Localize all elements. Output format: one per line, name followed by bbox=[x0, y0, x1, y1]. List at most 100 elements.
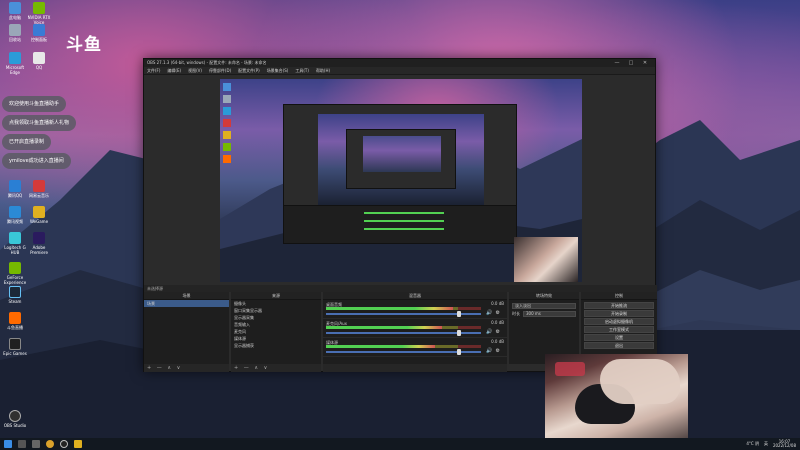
menu-help[interactable]: 帮助(H) bbox=[316, 68, 330, 74]
taskbar: 4°C 阴 英 16:07 2022/12/08 bbox=[0, 438, 800, 450]
close-button[interactable]: ✕ bbox=[638, 60, 652, 66]
nested-docks bbox=[284, 205, 516, 243]
douyu-logo: 斗鱼 bbox=[66, 35, 102, 55]
minimize-button[interactable]: — bbox=[610, 60, 624, 66]
desktop-icon[interactable]: 腾讯视频 bbox=[2, 206, 28, 225]
chrome-icon[interactable] bbox=[46, 440, 54, 448]
geforce-icon bbox=[9, 262, 21, 274]
volume-knob[interactable] bbox=[457, 330, 462, 336]
menu-file[interactable]: 文件(F) bbox=[147, 68, 160, 74]
menu-edit[interactable]: 编辑(E) bbox=[167, 68, 181, 74]
menu-tools[interactable]: 工具(T) bbox=[295, 68, 309, 74]
notification-toast[interactable]: 已开启直播录制 bbox=[2, 134, 52, 150]
start-streaming-button[interactable]: 开始推流 bbox=[584, 302, 654, 309]
premiere-icon bbox=[33, 232, 45, 244]
settings-button[interactable]: 设置 bbox=[584, 334, 654, 341]
start-recording-button[interactable]: 开始录制 bbox=[584, 310, 654, 317]
notification-toast[interactable]: 欢迎使用斗鱼直播助手 bbox=[2, 96, 67, 112]
wegame-icon bbox=[33, 206, 45, 218]
virtual-camera-button[interactable]: 启动虚拟摄像机 bbox=[584, 318, 654, 325]
desktop-icon[interactable]: QQ bbox=[26, 52, 52, 70]
meter-level bbox=[326, 307, 454, 310]
volume-slider[interactable] bbox=[326, 311, 481, 317]
studio-mode-button[interactable]: 工作室模式 bbox=[584, 326, 654, 333]
douyu-icon bbox=[9, 312, 21, 324]
source-item[interactable]: 音频输入 bbox=[231, 321, 321, 328]
desktop-icon[interactable]: Microsoft Edge bbox=[2, 52, 28, 75]
video-icon bbox=[9, 206, 21, 218]
notification-toast[interactable]: ymilove成功进入直播间 bbox=[2, 153, 71, 169]
input-language[interactable]: 英 bbox=[764, 441, 768, 447]
menu-bar: 文件(F) 编辑(E) 视图(V) 停靠部件(D) 配置文件(P) 场景集合(S… bbox=[144, 67, 655, 75]
transition-select[interactable]: 淡入淡出 bbox=[512, 303, 576, 309]
desktop-icon[interactable]: 网易云音乐 bbox=[26, 180, 52, 199]
source-item[interactable]: 摄像头 bbox=[231, 300, 321, 307]
scenes-list: 场景 bbox=[144, 300, 229, 364]
source-item[interactable]: 显示器采集 bbox=[231, 314, 321, 321]
explorer-icon[interactable] bbox=[74, 440, 82, 448]
menu-docks[interactable]: 停靠部件(D) bbox=[209, 68, 231, 74]
desktop-icon[interactable]: 斗鱼直播 bbox=[2, 312, 28, 331]
source-item[interactable]: 媒体源 bbox=[231, 335, 321, 342]
channel-db: 0.0 dB bbox=[491, 301, 504, 306]
desktop-icon[interactable]: 此电脑 bbox=[2, 2, 28, 21]
desktop-icon[interactable]: Steam bbox=[2, 286, 28, 304]
menu-scene-collection[interactable]: 场景集合(S) bbox=[267, 68, 289, 74]
desktop-icon[interactable]: NVIDIA RTX Voice bbox=[26, 2, 52, 25]
desktop-icon[interactable]: 控制面板 bbox=[26, 24, 52, 43]
channel-controls[interactable]: 🔊⚙ bbox=[486, 348, 503, 354]
nested-meter bbox=[364, 220, 444, 222]
source-item[interactable]: 窗口采集显示器 bbox=[231, 307, 321, 314]
obs-taskbar-icon[interactable] bbox=[60, 440, 68, 448]
search-icon[interactable] bbox=[18, 440, 26, 448]
menu-view[interactable]: 视图(V) bbox=[188, 68, 202, 74]
volume-knob[interactable] bbox=[457, 349, 462, 355]
recycle-bin-icon bbox=[9, 24, 21, 36]
mixer-panel: 桌面音频 0.0 dB 🔊⚙ 麦克风/Aux 0.0 dB 🔊⚙ 媒体源 0.0… bbox=[323, 300, 507, 364]
control-panel-icon bbox=[33, 24, 45, 36]
nested-obs-window bbox=[283, 104, 517, 244]
desktop-icon[interactable]: Adobe Premiere bbox=[26, 232, 52, 255]
nested-obs-window-2 bbox=[346, 129, 456, 189]
window-title: OBS 27.1.3 (64-bit, windows) - 配置文件: 未命名… bbox=[147, 60, 267, 65]
system-tray: 4°C 阴 英 16:07 2022/12/08 bbox=[746, 438, 796, 450]
obs-titlebar[interactable]: OBS 27.1.3 (64-bit, windows) - 配置文件: 未命名… bbox=[144, 59, 655, 67]
preview-canvas[interactable] bbox=[220, 79, 582, 282]
channel-db: 0.0 dB bbox=[491, 320, 504, 325]
desktop-icon[interactable]: Epic Games bbox=[2, 338, 28, 356]
nested-meter bbox=[364, 212, 444, 214]
mixer-footer[interactable] bbox=[323, 364, 507, 372]
edge-icon bbox=[9, 52, 21, 64]
clock[interactable]: 16:07 2022/12/08 bbox=[773, 440, 796, 448]
desktop-icon[interactable]: OBS Studio bbox=[2, 410, 28, 428]
desktop-icon[interactable]: 回收站 bbox=[2, 24, 28, 43]
source-item[interactable]: 麦克风 bbox=[231, 328, 321, 335]
maximize-button[interactable]: □ bbox=[624, 60, 638, 66]
mixer-channel: 媒体源 0.0 dB 🔊⚙ bbox=[323, 338, 507, 357]
notification-toast[interactable]: 点我领取斗鱼直播新人礼物 bbox=[2, 115, 77, 131]
exit-button[interactable]: 退出 bbox=[584, 342, 654, 349]
channel-controls[interactable]: 🔊⚙ bbox=[486, 329, 503, 335]
desktop-icon[interactable]: GeForce Experience bbox=[2, 262, 28, 285]
volume-meter bbox=[326, 307, 481, 310]
weather-text[interactable]: 4°C 阴 bbox=[746, 441, 759, 447]
menu-profile[interactable]: 配置文件(P) bbox=[238, 68, 260, 74]
task-view-icon[interactable] bbox=[32, 440, 40, 448]
duration-label: 时长 bbox=[512, 311, 520, 316]
nvidia-icon bbox=[33, 2, 45, 14]
volume-slider[interactable] bbox=[326, 330, 481, 336]
duration-input[interactable]: 300 ms bbox=[523, 311, 576, 317]
mixer-channel: 麦克风/Aux 0.0 dB 🔊⚙ bbox=[323, 319, 507, 338]
scenes-footer[interactable]: + — ∧ ∨ bbox=[144, 364, 229, 372]
sources-footer[interactable]: + — ∧ ∨ bbox=[231, 364, 321, 372]
mini-icon bbox=[223, 131, 231, 139]
desktop-icon[interactable]: WeGame bbox=[26, 206, 52, 224]
desktop-icon[interactable]: 腾讯QQ bbox=[2, 180, 28, 199]
volume-slider[interactable] bbox=[326, 349, 481, 355]
volume-knob[interactable] bbox=[457, 311, 462, 317]
channel-controls[interactable]: 🔊⚙ bbox=[486, 310, 503, 316]
start-icon[interactable] bbox=[4, 440, 12, 448]
source-item[interactable]: 显示器捕获 bbox=[231, 342, 321, 349]
desktop-icon[interactable]: Logitech G HUB bbox=[2, 232, 28, 255]
scene-item[interactable]: 场景 bbox=[144, 300, 229, 307]
